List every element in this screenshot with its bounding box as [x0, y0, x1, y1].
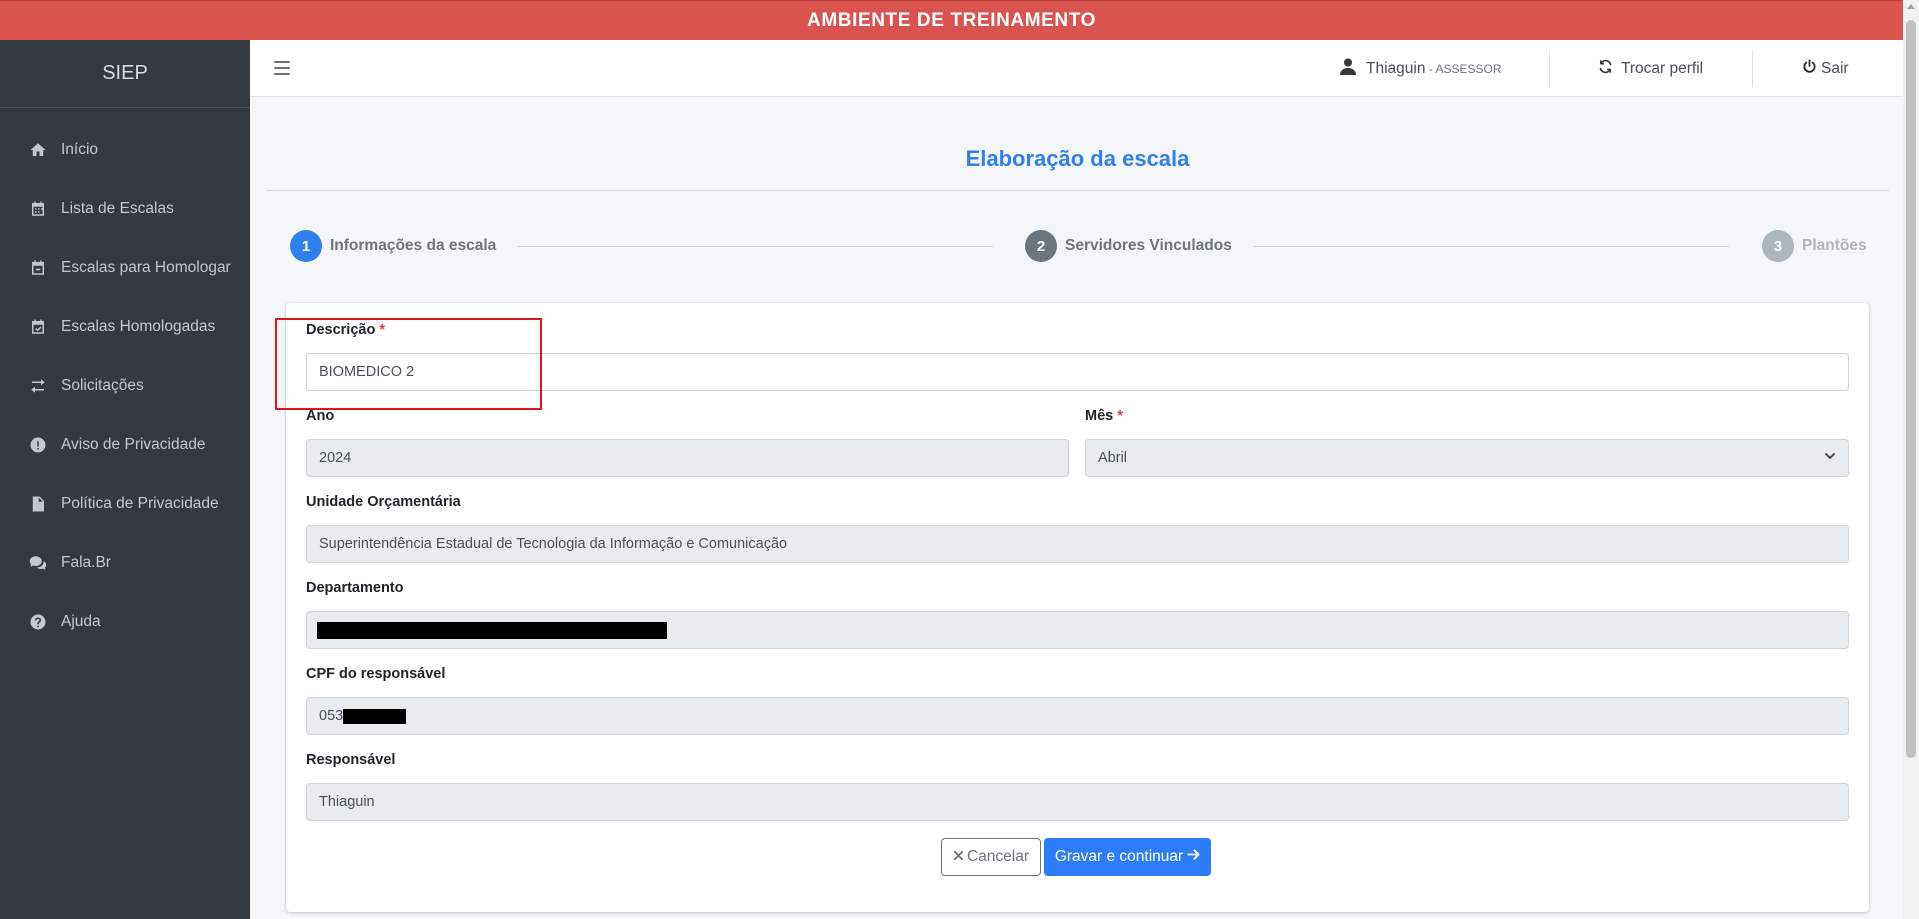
sidebar-item-label: Início	[61, 140, 99, 158]
exclamation-circle-icon	[28, 435, 48, 455]
page-scrollbar[interactable]	[1903, 0, 1919, 919]
ano-value: 2024	[319, 450, 352, 466]
step-label: Servidores Vinculados	[1065, 237, 1232, 254]
cancel-button[interactable]: Cancelar	[941, 838, 1041, 876]
responsavel-field: Thiaguin	[306, 783, 1849, 821]
sidebar-item-inicio[interactable]: Início	[0, 120, 250, 179]
step-connector	[517, 246, 993, 247]
step-number: 2	[1025, 230, 1057, 262]
step-informacoes[interactable]: 1 Informações da escala	[290, 230, 496, 262]
responsavel-label: Responsável	[306, 752, 396, 768]
step-label: Plantões	[1802, 237, 1867, 254]
unidade-field: Superintendência Estadual de Tecnologia …	[306, 525, 1849, 563]
sidebar-item-fala-br[interactable]: Fala.Br	[0, 533, 250, 592]
mes-label: Mês *	[1085, 408, 1123, 424]
top-navbar: Thiaguin - ASSESSOR Trocar perfil Sair	[250, 40, 1903, 97]
banner-text: AMBIENTE DE TREINAMENTO	[807, 9, 1096, 31]
sidebar-item-label: Fala.Br	[61, 553, 111, 571]
sidebar-item-label: Escalas para Homologar	[61, 258, 231, 276]
user-name: Thiaguin	[1366, 59, 1426, 77]
unidade-label: Unidade Orçamentária	[306, 494, 461, 510]
redacted-block	[317, 621, 667, 639]
sidebar-nav: Início Lista de Escalas Escalas para Hom…	[0, 108, 250, 651]
user-profile[interactable]: Thiaguin - ASSESSOR	[1340, 40, 1502, 97]
brand-logo[interactable]: SIEP	[0, 40, 250, 108]
step-plantoes[interactable]: 3 Plantões	[1762, 230, 1867, 262]
sidebar-item-aviso-privacidade[interactable]: Aviso de Privacidade	[0, 415, 250, 474]
refresh-icon	[1598, 59, 1613, 79]
form-card: Descrição * BIOMEDICO 2 Ano 2024 Mês * A…	[286, 303, 1869, 912]
required-mark: *	[1117, 408, 1123, 424]
calendar-icon	[28, 199, 48, 219]
sidebar-item-label: Escalas Homologadas	[61, 317, 216, 335]
user-role: ASSESSOR	[1435, 61, 1502, 76]
step-number: 3	[1762, 230, 1794, 262]
comments-icon	[28, 553, 48, 573]
cpf-prefix: 053	[319, 708, 344, 724]
mes-select[interactable]: Abril	[1085, 439, 1849, 477]
step-servidores[interactable]: 2 Servidores Vinculados	[1025, 230, 1232, 262]
departamento-field	[306, 611, 1849, 649]
step-connector	[1253, 246, 1729, 247]
step-label: Informações da escala	[330, 237, 497, 254]
user-separator: -	[1425, 61, 1436, 76]
training-environment-banner: AMBIENTE DE TREINAMENTO	[0, 0, 1903, 40]
ano-field: 2024	[306, 439, 1069, 477]
required-mark: *	[379, 322, 386, 338]
arrow-right-icon	[1187, 848, 1200, 866]
sidebar-item-label: Aviso de Privacidade	[61, 435, 206, 453]
ano-label: Ano	[306, 408, 335, 424]
sidebar-item-solicitacoes[interactable]: Solicitações	[0, 356, 250, 415]
menu-toggle-icon[interactable]	[274, 56, 290, 80]
redacted-block	[343, 708, 407, 724]
user-icon	[1340, 58, 1356, 79]
exchange-icon	[28, 376, 48, 396]
unidade-value: Superintendência Estadual de Tecnologia …	[319, 536, 788, 552]
sidebar-item-lista-escalas[interactable]: Lista de Escalas	[0, 179, 250, 238]
scroll-up-icon[interactable]	[1907, 4, 1915, 9]
logout-link[interactable]: Sair	[1802, 40, 1849, 97]
step-number: 1	[290, 230, 322, 262]
question-circle-icon	[28, 612, 48, 632]
title-divider	[266, 190, 1889, 191]
chevron-down-icon	[1824, 450, 1836, 466]
home-icon	[28, 140, 48, 160]
sidebar-item-label: Política de Privacidade	[61, 494, 219, 512]
cancel-label: Cancelar	[966, 848, 1030, 865]
switch-profile-label: Trocar perfil	[1621, 59, 1704, 77]
file-icon	[28, 494, 48, 514]
sidebar-item-politica-privacidade[interactable]: Política de Privacidade	[0, 474, 250, 533]
sidebar-item-label: Lista de Escalas	[61, 199, 174, 217]
navbar-divider	[1549, 50, 1550, 87]
mes-value: Abril	[1098, 450, 1128, 466]
sidebar-item-label: Solicitações	[61, 376, 144, 394]
close-icon	[953, 848, 964, 866]
sidebar-item-escalas-homologadas[interactable]: Escalas Homologadas	[0, 297, 250, 356]
page-title: Elaboração da escala	[965, 146, 1190, 171]
calendar-check-icon	[28, 317, 48, 337]
save-label: Gravar e continuar	[1054, 848, 1184, 865]
descricao-value: BIOMEDICO 2	[319, 364, 415, 380]
cpf-label: CPF do responsável	[306, 666, 446, 682]
calendar-minus-icon	[28, 258, 48, 278]
save-continue-button[interactable]: Gravar e continuar	[1044, 838, 1211, 876]
descricao-label: Descrição *	[306, 322, 386, 338]
sidebar-item-label: Ajuda	[61, 612, 101, 630]
descricao-input[interactable]: BIOMEDICO 2	[306, 353, 1849, 391]
cpf-field: 053	[306, 697, 1849, 735]
power-icon	[1802, 59, 1817, 79]
sidebar-item-escalas-homologar[interactable]: Escalas para Homologar	[0, 238, 250, 297]
logout-label: Sair	[1821, 59, 1849, 77]
switch-profile-link[interactable]: Trocar perfil	[1598, 40, 1703, 97]
navbar-divider	[1752, 50, 1753, 87]
scrollbar-thumb[interactable]	[1906, 20, 1916, 758]
departamento-label: Departamento	[306, 580, 404, 596]
responsavel-value: Thiaguin	[319, 794, 375, 810]
sidebar-item-ajuda[interactable]: Ajuda	[0, 592, 250, 651]
sidebar: SIEP Início Lista de Escalas Escalas par…	[0, 40, 250, 919]
